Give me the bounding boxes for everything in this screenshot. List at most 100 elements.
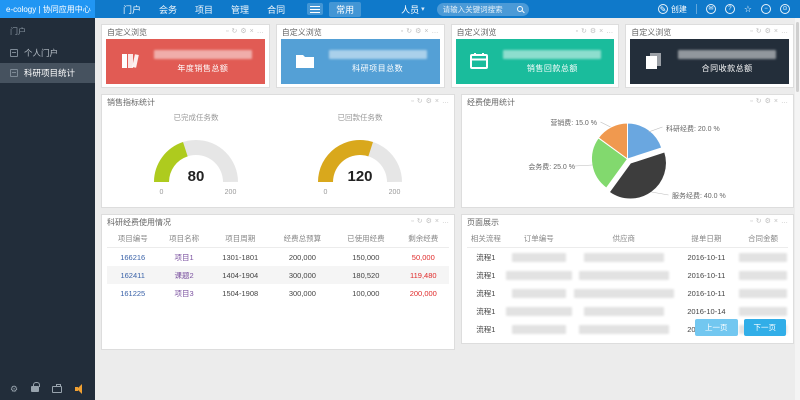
column-header: 项目名称: [158, 230, 209, 248]
nav-item-2[interactable]: 项目: [195, 3, 213, 16]
sidebar-item-1[interactable]: 科研项目统计: [0, 63, 95, 83]
nav-item-quick[interactable]: 常用: [329, 2, 361, 17]
more-icon[interactable]: …: [257, 28, 264, 36]
help-icon[interactable]: ?: [725, 4, 735, 14]
close-icon[interactable]: ×: [435, 218, 439, 226]
order-date: 2016-10-11: [675, 248, 738, 267]
project-id-link[interactable]: 166216: [107, 248, 158, 267]
settings-icon[interactable]: ⚙: [590, 28, 596, 36]
prev-page-button[interactable]: 上一页: [695, 319, 738, 336]
settings-icon[interactable]: ⚙: [240, 28, 246, 36]
table-cell: 200,000: [271, 248, 334, 267]
close-icon[interactable]: ×: [774, 218, 778, 226]
nav-item-1[interactable]: 会务: [159, 3, 177, 16]
more-icon[interactable]: …: [781, 218, 788, 226]
close-icon[interactable]: ×: [435, 98, 439, 106]
refresh-icon[interactable]: ↻: [232, 28, 238, 36]
minimize-icon[interactable]: −: [761, 4, 771, 14]
settings-icon[interactable]: ⚙: [765, 98, 771, 106]
refresh-icon[interactable]: ↻: [756, 28, 762, 36]
close-icon[interactable]: ×: [424, 28, 428, 36]
more-icon[interactable]: …: [442, 98, 449, 106]
amount-redacted: [739, 271, 787, 280]
pie-slice-0[interactable]: [628, 123, 662, 159]
flow-link[interactable]: 流程1: [467, 284, 505, 302]
refresh-icon[interactable]: ↻: [406, 28, 412, 36]
project-id-link[interactable]: 162411: [107, 266, 158, 284]
pin-icon[interactable]: ▫: [576, 28, 578, 36]
scrollbar-thumb[interactable]: [796, 22, 799, 92]
more-icon[interactable]: …: [442, 218, 449, 226]
stat-card[interactable]: 科研项目总数: [281, 39, 440, 84]
pin-icon[interactable]: ▫: [411, 218, 413, 226]
nav-item-0[interactable]: 门户: [123, 3, 141, 16]
more-icon[interactable]: …: [432, 28, 439, 36]
gauge-title: 已完成任务数: [174, 112, 219, 123]
project-name-link[interactable]: 项目1: [158, 248, 209, 267]
create-button[interactable]: ✎ 创建: [658, 4, 687, 15]
refresh-icon[interactable]: ↻: [581, 28, 587, 36]
close-icon[interactable]: ×: [599, 28, 603, 36]
settings-icon[interactable]: ⚙: [765, 218, 771, 226]
more-icon[interactable]: …: [781, 98, 788, 106]
stat-value-redacted: [503, 50, 601, 59]
settings-icon[interactable]: ⚙: [426, 98, 432, 106]
gauge-min: 0: [160, 189, 164, 196]
global-search: [437, 3, 529, 16]
scrollbar[interactable]: [795, 18, 800, 400]
close-icon[interactable]: ×: [774, 28, 778, 36]
calendar-icon: [468, 50, 490, 74]
flow-link[interactable]: 流程1: [467, 266, 505, 284]
refresh-icon[interactable]: ↻: [417, 98, 423, 106]
project-id-link[interactable]: 161225: [107, 284, 158, 302]
refresh-icon[interactable]: ↻: [756, 98, 762, 106]
pin-icon[interactable]: ▫: [226, 28, 228, 36]
settings-icon[interactable]: ⚙: [10, 384, 18, 395]
gauge-0: 已完成任务数800200: [131, 112, 261, 198]
lock-icon[interactable]: [31, 386, 39, 392]
pin-icon[interactable]: ▫: [750, 28, 752, 36]
pin-icon[interactable]: ▫: [750, 218, 752, 226]
stat-card[interactable]: 销售回款总额: [456, 39, 615, 84]
settings-icon[interactable]: ⚙: [415, 28, 421, 36]
project-name-link[interactable]: 课题2: [158, 266, 209, 284]
message-icon[interactable]: ✉: [706, 4, 716, 14]
flow-link[interactable]: 流程1: [467, 320, 505, 338]
supplier-redacted: [574, 289, 674, 298]
table-row: 166216项目11301-1801200,000150,00050,000: [107, 248, 449, 267]
power-icon[interactable]: ⊙: [780, 4, 790, 14]
flow-link[interactable]: 流程1: [467, 248, 505, 267]
sidebar-menu: 个人门户科研项目统计: [0, 43, 95, 83]
settings-icon[interactable]: ⚙: [765, 28, 771, 36]
flow-link[interactable]: 流程1: [467, 302, 505, 320]
refresh-icon[interactable]: ↻: [756, 218, 762, 226]
refresh-icon[interactable]: ↻: [417, 218, 423, 226]
nav-item-3[interactable]: 管理: [231, 3, 249, 16]
search-icon[interactable]: [517, 6, 523, 12]
stat-card-panel-1: 自定义浏览▫↻⚙×…科研项目总数: [276, 24, 445, 88]
panel-icon-group: ▫ ↻⚙×…: [750, 98, 788, 106]
sound-icon[interactable]: [75, 384, 87, 394]
user-dropdown[interactable]: 人员 ▾: [401, 3, 425, 16]
close-icon[interactable]: ×: [774, 98, 778, 106]
supplier-redacted: [579, 325, 669, 334]
workspace-icon[interactable]: [52, 386, 62, 393]
search-input[interactable]: [443, 5, 513, 14]
stat-card[interactable]: 合同收款总额: [630, 39, 789, 84]
sidebar-item-0[interactable]: 个人门户: [0, 43, 95, 63]
project-name-link[interactable]: 项目3: [158, 284, 209, 302]
more-icon[interactable]: …: [781, 28, 788, 36]
favorite-icon[interactable]: ☆: [744, 4, 752, 14]
pin-icon[interactable]: ▫: [411, 98, 413, 106]
close-icon[interactable]: ×: [250, 28, 254, 36]
hamburger-icon[interactable]: [307, 3, 323, 15]
more-icon[interactable]: …: [606, 28, 613, 36]
settings-icon[interactable]: ⚙: [426, 218, 432, 226]
stat-card[interactable]: 年度销售总额: [106, 39, 265, 84]
pin-icon[interactable]: ▫: [401, 28, 403, 36]
pin-icon[interactable]: ▫: [750, 98, 752, 106]
nav-item-4[interactable]: 合同: [267, 3, 285, 16]
next-page-button[interactable]: 下一页: [744, 319, 787, 336]
order-no-redacted: [512, 325, 566, 334]
stat-value-redacted: [329, 50, 427, 59]
